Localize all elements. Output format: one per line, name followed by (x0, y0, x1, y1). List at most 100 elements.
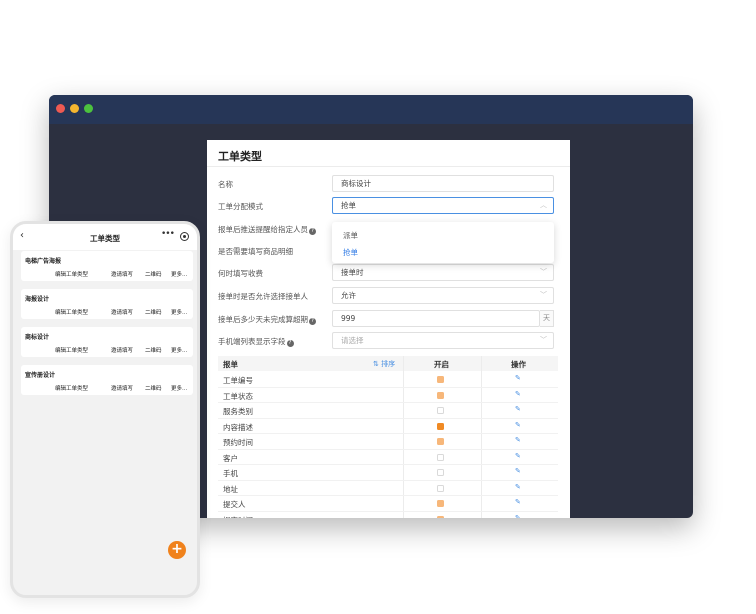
edit-type-button[interactable]: 编辑工单类型 (55, 270, 88, 278)
help-icon: ? (309, 318, 316, 325)
edit-icon[interactable]: ✎ (515, 452, 521, 460)
table-row: 地址 ✎ (218, 481, 558, 496)
overdue-unit: 天 (540, 310, 554, 327)
more-button[interactable]: 更多... (171, 308, 187, 316)
allow-select[interactable]: 允许 ﹀ (332, 287, 554, 304)
panel-title: 工单类型 (218, 150, 262, 163)
mode-select[interactable]: 抢单 ︿ (332, 197, 554, 214)
panel-divider (207, 166, 570, 167)
chevron-down-icon: ﹀ (540, 336, 547, 344)
enabled-checkbox[interactable] (437, 407, 444, 414)
enabled-checkbox[interactable] (437, 500, 444, 507)
work-order-type-card[interactable]: 电梯广告海报编辑工单类型 邀请填写 二维码 更多... (21, 251, 193, 281)
field-name: 提交人 (223, 500, 246, 509)
field-name: 客户 (223, 453, 238, 463)
enabled-checkbox[interactable] (437, 515, 444, 518)
close-window-dot[interactable] (56, 104, 65, 113)
card-title: 商标设计 (25, 334, 50, 341)
mode-option-grab[interactable]: 抢单 (343, 247, 358, 258)
enabled-checkbox[interactable] (437, 484, 444, 492)
edit-icon[interactable]: ✎ (515, 498, 521, 506)
more-button[interactable]: 更多... (171, 384, 187, 392)
help-icon: ? (309, 228, 316, 235)
charge-select[interactable]: 接单时 ﹀ (332, 264, 554, 281)
field-name: 内容描述 (223, 422, 253, 432)
qrcode-button[interactable]: 二维码 (145, 270, 162, 278)
field-name: 服务类别 (223, 407, 253, 416)
invite-fill-button[interactable]: 邀请填写 (111, 384, 133, 392)
card-title: 海报设计 (25, 296, 50, 303)
invite-fill-button[interactable]: 邀请填写 (111, 270, 133, 278)
table-row: 预约时间 ✎ (218, 434, 558, 450)
more-button[interactable]: 更多... (171, 346, 187, 354)
table-row: 内容描述 ✎ (218, 419, 558, 434)
table-row: 工单编号 ✎ (218, 372, 558, 388)
mode-option-dispatch[interactable]: 派单 (343, 230, 358, 241)
minimize-window-dot[interactable] (70, 104, 79, 113)
more-icon[interactable]: ••• (161, 229, 175, 239)
table-row: 手机 ✎ (218, 465, 558, 481)
edit-icon[interactable]: ✎ (515, 483, 521, 491)
work-order-type-card[interactable]: 宣传册设计编辑工单类型 邀请填写 二维码 更多... (21, 365, 193, 395)
table-row: 工单状态 ✎ (218, 388, 558, 403)
table-row: 服务类别 ✎ (218, 403, 558, 419)
table-row: 客户 ✎ (218, 450, 558, 465)
mobile-fields-placeholder: 请选择 (341, 336, 364, 345)
charge-label: 何时填写收费 (218, 269, 263, 278)
edit-icon[interactable]: ✎ (515, 390, 521, 398)
field-name: 提交时间 (223, 515, 253, 519)
enabled-checkbox[interactable] (437, 469, 444, 476)
remind-label: 报单后推送提醒给指定人员? (218, 224, 316, 235)
fields-table-header: 报单 ⇅ 排序 开启 操作 (218, 356, 558, 371)
enabled-checkbox[interactable] (437, 453, 444, 461)
edit-icon[interactable]: ✎ (515, 467, 521, 475)
invite-fill-button[interactable]: 邀请填写 (111, 346, 133, 354)
card-title: 宣传册设计 (25, 372, 56, 379)
edit-type-button[interactable]: 编辑工单类型 (55, 308, 88, 316)
edit-icon[interactable]: ✎ (515, 374, 521, 382)
work-order-type-card[interactable]: 商标设计 编辑工单类型 邀请填写 二维码 更多... (21, 327, 193, 357)
col-action-header: 操作 (511, 360, 526, 369)
allow-select-value: 允许 (341, 291, 356, 300)
work-order-type-card[interactable]: 海报设计 编辑工单类型 邀请填写 二维码 更多... (21, 289, 193, 319)
card-title: 电梯广告海报 (25, 258, 62, 265)
sort-button[interactable]: ⇅ 排序 (373, 359, 395, 369)
enabled-checkbox[interactable] (437, 391, 444, 399)
chevron-down-icon: ﹀ (540, 268, 547, 276)
work-order-type-panel: 工单类型 名称 商标设计 工单分配模式 抢单 ︿ 派单 抢单 报单后推送提醒给指… (207, 140, 570, 518)
allow-label: 接单时是否允许选择接单人 (218, 292, 308, 301)
enabled-checkbox[interactable] (437, 376, 444, 383)
qrcode-button[interactable]: 二维码 (145, 384, 162, 392)
edit-type-button[interactable]: 编辑工单类型 (55, 384, 88, 392)
chevron-down-icon: ﹀ (540, 291, 547, 299)
edit-icon[interactable]: ✎ (515, 436, 521, 444)
edit-icon[interactable]: ✎ (515, 421, 521, 429)
phone-nav-bar: ‹ 工单类型 ••• (13, 224, 197, 250)
edit-type-button[interactable]: 编辑工单类型 (55, 346, 88, 354)
chevron-up-icon: ︿ (540, 201, 547, 209)
name-label: 名称 (218, 180, 233, 189)
name-input[interactable]: 商标设计 (332, 175, 554, 192)
mobile-fields-label: 手机端列表显示字段? (218, 336, 294, 347)
help-icon: ? (286, 340, 294, 347)
overdue-input[interactable]: 999 (332, 310, 540, 327)
add-button[interactable]: + (168, 541, 186, 559)
edit-icon[interactable]: ✎ (515, 514, 521, 519)
enabled-checkbox[interactable] (437, 422, 444, 430)
table-row: 提交时间 ✎ (218, 512, 558, 519)
qrcode-button[interactable]: 二维码 (145, 308, 162, 316)
invite-fill-button[interactable]: 邀请填写 (111, 308, 133, 316)
field-name: 工单编号 (223, 376, 253, 385)
maximize-window-dot[interactable] (84, 104, 93, 113)
qrcode-button[interactable]: 二维码 (145, 346, 162, 354)
target-icon[interactable] (180, 232, 189, 241)
enabled-checkbox[interactable] (437, 438, 444, 445)
mobile-fields-select[interactable]: 请选择 ﹀ (332, 332, 554, 349)
field-name: 手机 (223, 469, 238, 478)
more-button[interactable]: 更多... (171, 270, 187, 278)
name-input-value: 商标设计 (341, 179, 371, 188)
field-name: 地址 (223, 484, 238, 494)
edit-icon[interactable]: ✎ (515, 405, 521, 413)
mode-label: 工单分配模式 (218, 202, 263, 211)
col-enabled-header: 开启 (434, 360, 449, 369)
